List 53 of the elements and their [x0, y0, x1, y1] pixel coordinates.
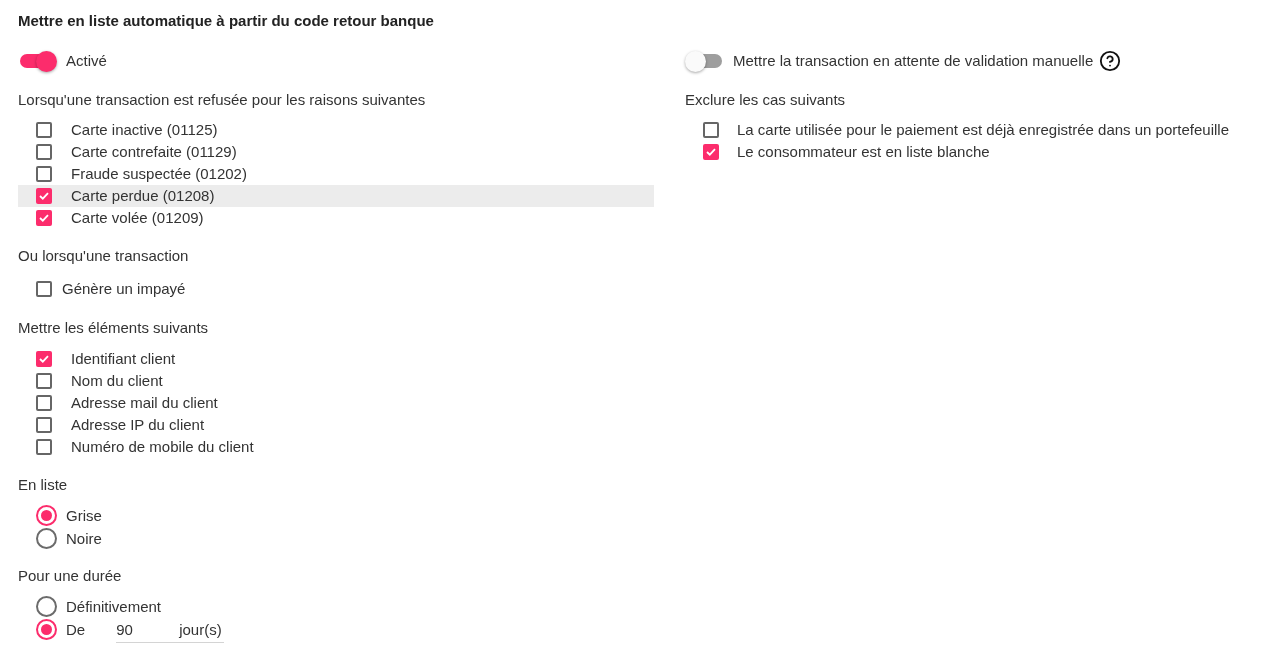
section-label: En liste — [18, 475, 69, 495]
toggle-label: Mettre la transaction en attente de validation manuelle — [733, 51, 1094, 71]
radio-label: Grise — [66, 505, 102, 526]
radio-button[interactable] — [36, 528, 57, 549]
checkbox-label: Le consommateur est en liste blanche — [737, 142, 990, 162]
checkbox[interactable] — [36, 144, 52, 160]
radio-label: Noire — [66, 528, 102, 549]
section-label: Mettre les éléments suivants — [18, 318, 210, 338]
toggle-label: Activé — [66, 51, 107, 71]
checkbox-label: Carte inactive (01125) — [71, 120, 218, 140]
checkbox-label: Fraude suspectée (01202) — [71, 164, 247, 184]
section-label: Ou lorsqu'une transaction — [18, 246, 190, 266]
checkbox[interactable] — [36, 188, 52, 204]
checkbox[interactable] — [36, 373, 52, 389]
checkbox-label: Génère un impayé — [62, 279, 186, 299]
radio-button[interactable] — [36, 596, 57, 617]
checkbox[interactable] — [36, 417, 52, 433]
checkbox-label: Nom du client — [71, 371, 163, 391]
checkbox[interactable] — [36, 351, 52, 367]
checkbox[interactable] — [36, 439, 52, 455]
radio-button[interactable] — [36, 505, 57, 526]
list-row[interactable]: Carte perdue (01208) — [18, 185, 654, 207]
checkbox[interactable] — [36, 122, 52, 138]
radio-label: Définitivement — [66, 596, 162, 617]
help-icon[interactable] — [1099, 50, 1122, 72]
checkmark-icon — [39, 355, 49, 363]
checkbox-label: Carte volée (01209) — [71, 208, 204, 228]
checkbox[interactable] — [36, 281, 52, 297]
checkbox-label: La carte utilisée pour le paiement est déjà enregistrée dans un portefeuille — [737, 120, 1229, 140]
section-label: Pour une durée — [18, 566, 123, 586]
checkbox[interactable] — [36, 166, 52, 182]
checkmark-icon — [39, 192, 49, 200]
section-label: Lorsqu'une transaction est refusée pour les raisons suivantes — [18, 90, 427, 110]
checkbox-label: Adresse mail du client — [71, 393, 218, 413]
checkbox-label: Identifiant client — [71, 349, 176, 369]
page-title: Mettre en liste automatique à partir du code retour banque — [18, 11, 435, 31]
days-input[interactable]: 90 — [116, 619, 180, 642]
radio-button[interactable] — [36, 619, 57, 640]
toggle-switch[interactable] — [18, 50, 57, 72]
checkbox-label: Adresse IP du client — [71, 415, 205, 435]
checkbox-label: Numéro de mobile du client — [71, 437, 254, 457]
checkbox[interactable] — [36, 395, 52, 411]
section-label: Exclure les cas suivants — [685, 90, 847, 110]
checkmark-icon — [706, 148, 716, 156]
checkbox[interactable] — [703, 144, 719, 160]
toggle-switch[interactable] — [685, 50, 724, 72]
radio-label: De — [66, 619, 86, 640]
unit-label: jour(s) — [179, 620, 222, 641]
checkbox-label: Carte contrefaite (01129) — [71, 142, 237, 162]
checkmark-icon — [39, 214, 49, 222]
checkbox-label: Carte perdue (01208) — [71, 186, 215, 206]
checkbox[interactable] — [36, 210, 52, 226]
checkbox[interactable] — [703, 122, 719, 138]
